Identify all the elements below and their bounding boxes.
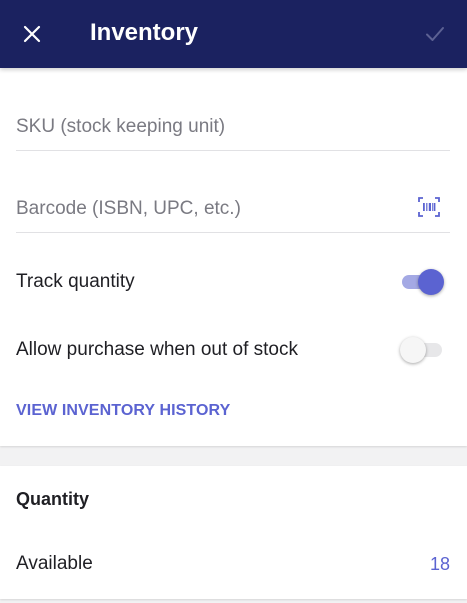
page-title: Inventory bbox=[90, 19, 199, 46]
available-label: Available bbox=[16, 553, 93, 574]
sku-field bbox=[16, 103, 450, 151]
save-button[interactable] bbox=[419, 18, 451, 50]
sku-input[interactable] bbox=[16, 103, 450, 150]
toggle-thumb bbox=[418, 269, 444, 295]
track-quantity-row: Track quantity bbox=[16, 262, 450, 302]
checkmark-icon bbox=[426, 27, 444, 41]
allow-oos-row: Allow purchase when out of stock bbox=[16, 330, 450, 370]
inventory-card: Track quantity Allow purchase when out o… bbox=[0, 68, 467, 446]
allow-oos-toggle[interactable] bbox=[400, 335, 444, 365]
toggle-thumb bbox=[400, 337, 426, 363]
app-bar: Inventory bbox=[0, 0, 467, 68]
available-value: 18 bbox=[429, 554, 450, 574]
track-quantity-toggle[interactable] bbox=[400, 267, 444, 297]
view-inventory-history-link[interactable]: VIEW INVENTORY HISTORY bbox=[16, 401, 230, 421]
close-icon bbox=[23, 25, 41, 43]
track-quantity-label: Track quantity bbox=[16, 271, 135, 292]
barcode-scan-icon[interactable] bbox=[418, 197, 440, 217]
barcode-field bbox=[16, 185, 450, 233]
allow-oos-label: Allow purchase when out of stock bbox=[16, 339, 298, 360]
close-button[interactable] bbox=[16, 18, 48, 50]
quantity-card: Quantity Available 18 bbox=[0, 466, 467, 599]
available-row[interactable]: Available 18 bbox=[16, 550, 450, 580]
quantity-section-title: Quantity bbox=[16, 489, 90, 509]
barcode-input[interactable] bbox=[16, 185, 450, 232]
